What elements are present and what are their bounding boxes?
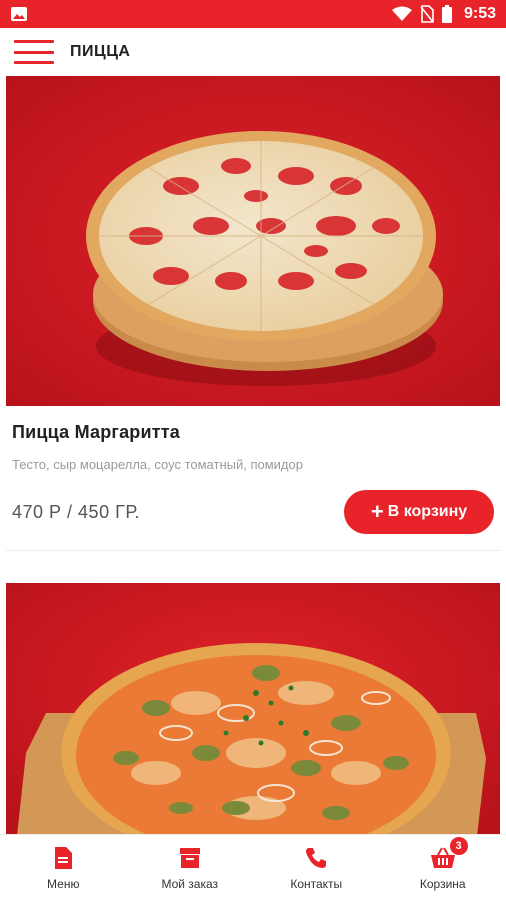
app-bar: ПИЦЦА [0,28,506,76]
nav-item-my-order[interactable]: Мой заказ [127,835,254,900]
plus-icon: + [370,499,384,524]
wifi-icon [391,6,412,21]
phone-icon [305,845,327,871]
product-card: Пицца Маргаритта Тесто, сыр моцарелла, с… [0,76,506,551]
document-icon [53,845,73,871]
nav-item-contacts[interactable]: Контакты [253,835,380,900]
nav-label: Меню [47,876,80,891]
nav-item-cart[interactable]: 3 Корзина [380,835,506,900]
hamburger-icon[interactable] [14,40,54,64]
box-icon [179,845,201,871]
battery-icon [441,5,452,23]
no-sim-icon [420,5,434,23]
nav-label: Мой заказ [161,876,219,891]
status-bar: 9:53 [0,0,506,28]
product-price: 470 Р / 450 ГР. [12,501,140,522]
image-notification-icon [11,7,27,21]
product-image[interactable] [6,76,500,406]
nav-label: Контакты [290,876,343,891]
cart-badge: 3 [449,837,468,855]
product-image[interactable] [6,583,500,834]
divider [6,550,500,551]
nav-label: Корзина [419,876,466,891]
nav-item-menu[interactable]: Меню [0,835,127,900]
product-card [0,583,506,834]
product-list[interactable]: Пицца Маргаритта Тесто, сыр моцарелла, с… [0,76,506,834]
page-title: ПИЦЦА [70,43,131,60]
add-to-cart-button[interactable]: + В корзину [344,490,494,534]
status-time: 9:53 [463,5,496,22]
product-name: Пицца Маргаритта [12,422,180,442]
add-to-cart-label: В корзину [387,503,468,520]
bottom-nav: Меню Мой заказ Контакты 3 Корзина [0,834,506,900]
product-description: Тесто, сыр моцарелла, соус томатный, пом… [12,457,303,472]
